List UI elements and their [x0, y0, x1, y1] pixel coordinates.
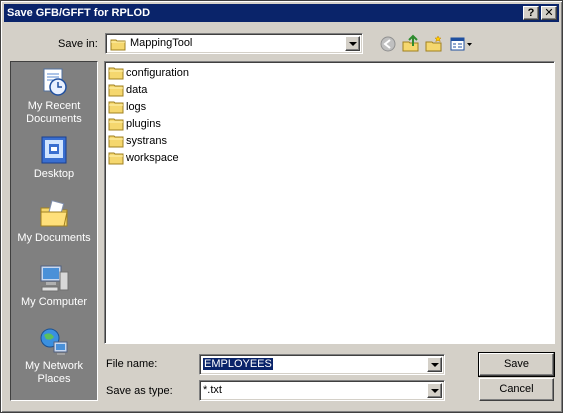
file-name-text: configuration	[126, 67, 189, 80]
file-name-label: File name:	[106, 358, 158, 370]
place-label: Desktop	[33, 168, 75, 180]
folder-icon	[108, 135, 124, 148]
chevron-down-icon[interactable]	[427, 357, 442, 372]
folder-icon	[108, 118, 124, 131]
file-name-text: plugins	[126, 118, 161, 131]
place-my-documents[interactable]: My Documents	[11, 198, 97, 245]
folder-icon	[108, 67, 124, 80]
list-item[interactable]: data	[108, 82, 147, 98]
file-name-text: data	[126, 84, 148, 97]
folder-icon	[108, 101, 124, 114]
file-name-text: logs	[126, 101, 147, 114]
save-in-dropdown[interactable]: MappingTool	[105, 33, 363, 54]
place-label: My Network Places	[24, 360, 84, 385]
place-desktop[interactable]: Desktop	[11, 134, 97, 181]
folder-icon	[110, 39, 126, 51]
chevron-down-icon[interactable]	[345, 36, 360, 51]
folder-icon	[108, 152, 124, 165]
recent-documents-icon	[43, 68, 67, 96]
cancel-button[interactable]: Cancel	[479, 378, 554, 401]
place-label: My Recent Documents	[26, 100, 82, 125]
save-as-type-dropdown[interactable]: *.txt	[199, 380, 445, 401]
list-item[interactable]: workspace	[108, 150, 179, 166]
back-icon[interactable]	[378, 34, 398, 54]
place-my-computer[interactable]: My Computer	[11, 262, 97, 309]
save-in-label: Save in:	[58, 38, 98, 50]
list-item[interactable]: configuration	[108, 65, 189, 81]
place-network-places[interactable]: My Network Places	[11, 326, 97, 386]
title-bar[interactable]: Save GFB/GFFT for RPLOD	[4, 4, 559, 22]
up-folder-icon[interactable]	[401, 34, 421, 54]
file-list[interactable]: configuration data logs plugins systrans…	[104, 61, 555, 344]
window-title: Save GFB/GFFT for RPLOD	[7, 7, 151, 19]
close-button[interactable]: ✕	[541, 6, 557, 20]
new-folder-icon[interactable]	[424, 34, 444, 54]
chevron-down-icon[interactable]	[427, 383, 442, 398]
my-computer-icon	[40, 265, 69, 292]
places-bar: My Recent Documents Desktop My Documents	[10, 61, 98, 401]
my-documents-icon	[40, 200, 68, 227]
file-name-text: systrans	[126, 135, 167, 148]
file-name-field[interactable]: EMPLOYEES	[199, 354, 445, 375]
file-name-text: workspace	[126, 152, 179, 165]
network-places-icon	[40, 328, 68, 355]
place-recent-documents[interactable]: My Recent Documents	[11, 66, 97, 126]
save-in-value: MappingTool	[130, 37, 193, 49]
file-name-value: EMPLOYEES	[203, 358, 273, 370]
list-item[interactable]: plugins	[108, 116, 161, 132]
save-dialog: Save GFB/GFFT for RPLOD ? ✕ Save in: Map…	[0, 0, 563, 413]
help-button[interactable]: ?	[523, 6, 539, 20]
view-menu-icon[interactable]	[449, 34, 473, 54]
folder-icon	[108, 84, 124, 97]
save-as-type-value: *.txt	[203, 384, 222, 396]
list-item[interactable]: logs	[108, 99, 146, 115]
save-as-type-label: Save as type:	[106, 385, 173, 397]
save-button[interactable]: Save	[478, 352, 555, 377]
desktop-icon	[41, 136, 67, 164]
list-item[interactable]: systrans	[108, 133, 167, 149]
place-label: My Documents	[17, 232, 91, 244]
place-label: My Computer	[20, 296, 88, 308]
